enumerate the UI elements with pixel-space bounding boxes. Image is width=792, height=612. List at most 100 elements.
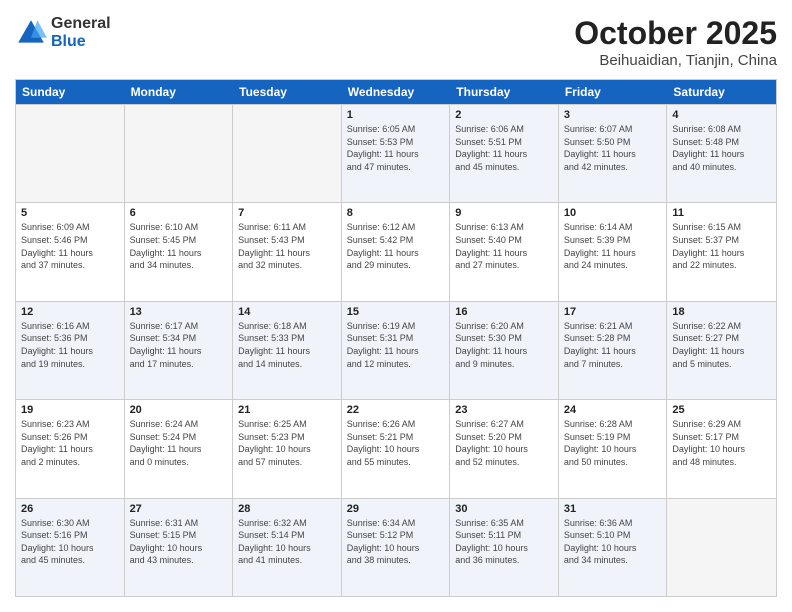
calendar-week-1: 1 Sunrise: 6:05 AM Sunset: 5:53 PM Daylig… xyxy=(16,104,776,202)
calendar-cell-4-saturday: 4 Sunrise: 6:08 AM Sunset: 5:48 PM Daylig… xyxy=(667,105,776,202)
day-number: 31 xyxy=(564,503,662,515)
day-info: Sunrise: 6:06 AM Sunset: 5:51 PM Dayligh… xyxy=(455,123,553,173)
day-info: Sunrise: 6:26 AM Sunset: 5:21 PM Dayligh… xyxy=(347,418,445,468)
calendar-cell-3-friday: 3 Sunrise: 6:07 AM Sunset: 5:50 PM Daylig… xyxy=(559,105,668,202)
day-number: 17 xyxy=(564,306,662,318)
day-info: Sunrise: 6:18 AM Sunset: 5:33 PM Dayligh… xyxy=(238,320,336,370)
day-number: 6 xyxy=(130,207,228,219)
calendar-cell-empty-monday xyxy=(125,105,234,202)
calendar-cell-5-sunday: 5 Sunrise: 6:09 AM Sunset: 5:46 PM Daylig… xyxy=(16,203,125,300)
calendar-cell-9-thursday: 9Sunrise: 6:13 AM Sunset: 5:40 PM Daylig… xyxy=(450,203,559,300)
weekday-header-sunday: Sunday xyxy=(16,80,125,104)
logo-icon xyxy=(15,17,47,49)
header: General Blue October 2025 Beihuaidian, T… xyxy=(15,15,777,69)
day-number: 1 xyxy=(347,109,445,121)
weekday-header-thursday: Thursday xyxy=(450,80,559,104)
day-info: Sunrise: 6:19 AM Sunset: 5:31 PM Dayligh… xyxy=(347,320,445,370)
day-number: 13 xyxy=(130,306,228,318)
calendar-week-5: 26 Sunrise: 6:30 AM Sunset: 5:16 PM Dayli… xyxy=(16,498,776,596)
day-number: 14 xyxy=(238,306,336,318)
day-info: Sunrise: 6:30 AM Sunset: 5:16 PM Dayligh… xyxy=(21,517,119,567)
logo-text: General Blue xyxy=(51,15,111,50)
day-info: Sunrise: 6:20 AM Sunset: 5:30 PM Dayligh… xyxy=(455,320,553,370)
calendar: SundayMondayTuesdayWednesdayThursdayFrid… xyxy=(15,79,777,597)
day-number: 26 xyxy=(21,503,119,515)
day-info: Sunrise: 6:32 AM Sunset: 5:14 PM Dayligh… xyxy=(238,517,336,567)
day-info: Sunrise: 6:15 AM Sunset: 5:37 PM Dayligh… xyxy=(672,221,771,271)
day-number: 24 xyxy=(564,404,662,416)
day-number: 9 xyxy=(455,207,553,219)
day-number: 29 xyxy=(347,503,445,515)
calendar-cell-8-wednesday: 8 Sunrise: 6:12 AM Sunset: 5:42 PM Daylig… xyxy=(342,203,451,300)
title-block: October 2025 Beihuaidian, Tianjin, China xyxy=(574,15,777,69)
calendar-cell-26-sunday: 26 Sunrise: 6:30 AM Sunset: 5:16 PM Dayli… xyxy=(16,499,125,596)
weekday-header-saturday: Saturday xyxy=(667,80,776,104)
calendar-cell-17-friday: 17 Sunrise: 6:21 AM Sunset: 5:28 PM Dayli… xyxy=(559,302,668,399)
day-info: Sunrise: 6:09 AM Sunset: 5:46 PM Dayligh… xyxy=(21,221,119,271)
calendar-cell-27-monday: 27Sunrise: 6:31 AM Sunset: 5:15 PM Dayli… xyxy=(125,499,234,596)
calendar-cell-21-tuesday: 21 Sunrise: 6:25 AM Sunset: 5:23 PM Dayli… xyxy=(233,400,342,497)
day-info: Sunrise: 6:27 AM Sunset: 5:20 PM Dayligh… xyxy=(455,418,553,468)
logo-blue-text: Blue xyxy=(51,33,111,51)
calendar-cell-11-saturday: 11Sunrise: 6:15 AM Sunset: 5:37 PM Dayli… xyxy=(667,203,776,300)
day-info: Sunrise: 6:11 AM Sunset: 5:43 PM Dayligh… xyxy=(238,221,336,271)
calendar-cell-23-thursday: 23 Sunrise: 6:27 AM Sunset: 5:20 PM Dayli… xyxy=(450,400,559,497)
weekday-header-tuesday: Tuesday xyxy=(233,80,342,104)
calendar-cell-18-saturday: 18 Sunrise: 6:22 AM Sunset: 5:27 PM Dayli… xyxy=(667,302,776,399)
day-number: 28 xyxy=(238,503,336,515)
calendar-cell-2-thursday: 2 Sunrise: 6:06 AM Sunset: 5:51 PM Daylig… xyxy=(450,105,559,202)
day-info: Sunrise: 6:07 AM Sunset: 5:50 PM Dayligh… xyxy=(564,123,662,173)
calendar-body: 1 Sunrise: 6:05 AM Sunset: 5:53 PM Daylig… xyxy=(16,104,776,596)
day-info: Sunrise: 6:17 AM Sunset: 5:34 PM Dayligh… xyxy=(130,320,228,370)
day-info: Sunrise: 6:05 AM Sunset: 5:53 PM Dayligh… xyxy=(347,123,445,173)
calendar-cell-7-tuesday: 7 Sunrise: 6:11 AM Sunset: 5:43 PM Daylig… xyxy=(233,203,342,300)
day-info: Sunrise: 6:24 AM Sunset: 5:24 PM Dayligh… xyxy=(130,418,228,468)
day-info: Sunrise: 6:22 AM Sunset: 5:27 PM Dayligh… xyxy=(672,320,771,370)
calendar-cell-1-wednesday: 1 Sunrise: 6:05 AM Sunset: 5:53 PM Daylig… xyxy=(342,105,451,202)
calendar-week-4: 19 Sunrise: 6:23 AM Sunset: 5:26 PM Dayli… xyxy=(16,399,776,497)
calendar-cell-13-monday: 13 Sunrise: 6:17 AM Sunset: 5:34 PM Dayli… xyxy=(125,302,234,399)
day-info: Sunrise: 6:34 AM Sunset: 5:12 PM Dayligh… xyxy=(347,517,445,567)
calendar-cell-empty-saturday xyxy=(667,499,776,596)
day-number: 5 xyxy=(21,207,119,219)
day-number: 16 xyxy=(455,306,553,318)
day-number: 21 xyxy=(238,404,336,416)
calendar-cell-30-thursday: 30Sunrise: 6:35 AM Sunset: 5:11 PM Dayli… xyxy=(450,499,559,596)
day-info: Sunrise: 6:23 AM Sunset: 5:26 PM Dayligh… xyxy=(21,418,119,468)
weekday-header-wednesday: Wednesday xyxy=(342,80,451,104)
calendar-cell-25-saturday: 25 Sunrise: 6:29 AM Sunset: 5:17 PM Dayli… xyxy=(667,400,776,497)
day-info: Sunrise: 6:36 AM Sunset: 5:10 PM Dayligh… xyxy=(564,517,662,567)
calendar-cell-15-wednesday: 15 Sunrise: 6:19 AM Sunset: 5:31 PM Dayli… xyxy=(342,302,451,399)
day-number: 4 xyxy=(672,109,771,121)
calendar-header: SundayMondayTuesdayWednesdayThursdayFrid… xyxy=(16,80,776,104)
calendar-cell-6-monday: 6 Sunrise: 6:10 AM Sunset: 5:45 PM Daylig… xyxy=(125,203,234,300)
day-number: 23 xyxy=(455,404,553,416)
day-number: 7 xyxy=(238,207,336,219)
day-number: 19 xyxy=(21,404,119,416)
day-number: 2 xyxy=(455,109,553,121)
day-info: Sunrise: 6:21 AM Sunset: 5:28 PM Dayligh… xyxy=(564,320,662,370)
calendar-cell-29-wednesday: 29 Sunrise: 6:34 AM Sunset: 5:12 PM Dayli… xyxy=(342,499,451,596)
day-info: Sunrise: 6:25 AM Sunset: 5:23 PM Dayligh… xyxy=(238,418,336,468)
logo-general-text: General xyxy=(51,15,111,33)
calendar-cell-28-tuesday: 28 Sunrise: 6:32 AM Sunset: 5:14 PM Dayli… xyxy=(233,499,342,596)
calendar-cell-10-friday: 10Sunrise: 6:14 AM Sunset: 5:39 PM Dayli… xyxy=(559,203,668,300)
day-info: Sunrise: 6:16 AM Sunset: 5:36 PM Dayligh… xyxy=(21,320,119,370)
day-number: 3 xyxy=(564,109,662,121)
day-number: 10 xyxy=(564,207,662,219)
calendar-cell-20-monday: 20Sunrise: 6:24 AM Sunset: 5:24 PM Dayli… xyxy=(125,400,234,497)
calendar-cell-16-thursday: 16 Sunrise: 6:20 AM Sunset: 5:30 PM Dayli… xyxy=(450,302,559,399)
day-info: Sunrise: 6:08 AM Sunset: 5:48 PM Dayligh… xyxy=(672,123,771,173)
calendar-cell-19-sunday: 19 Sunrise: 6:23 AM Sunset: 5:26 PM Dayli… xyxy=(16,400,125,497)
day-info: Sunrise: 6:29 AM Sunset: 5:17 PM Dayligh… xyxy=(672,418,771,468)
calendar-cell-12-sunday: 12Sunrise: 6:16 AM Sunset: 5:36 PM Dayli… xyxy=(16,302,125,399)
day-info: Sunrise: 6:12 AM Sunset: 5:42 PM Dayligh… xyxy=(347,221,445,271)
day-number: 25 xyxy=(672,404,771,416)
calendar-cell-14-tuesday: 14 Sunrise: 6:18 AM Sunset: 5:33 PM Dayli… xyxy=(233,302,342,399)
day-number: 18 xyxy=(672,306,771,318)
calendar-cell-22-wednesday: 22Sunrise: 6:26 AM Sunset: 5:21 PM Dayli… xyxy=(342,400,451,497)
day-number: 8 xyxy=(347,207,445,219)
weekday-header-monday: Monday xyxy=(125,80,234,104)
day-info: Sunrise: 6:10 AM Sunset: 5:45 PM Dayligh… xyxy=(130,221,228,271)
day-number: 15 xyxy=(347,306,445,318)
